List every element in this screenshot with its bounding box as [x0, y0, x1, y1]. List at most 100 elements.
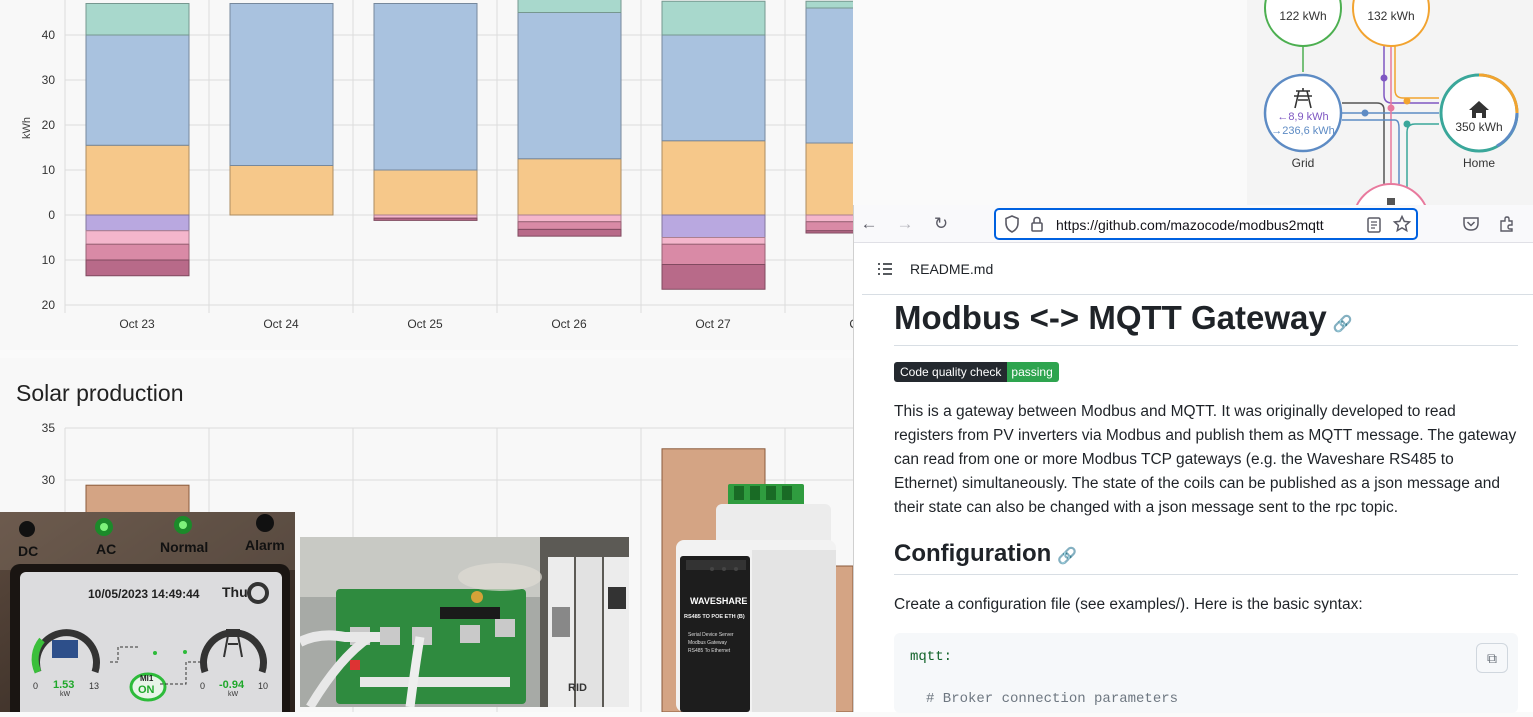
x-tick-label: Oct 26: [551, 317, 587, 331]
code-line-2: # Broker connection parameters: [926, 691, 1179, 707]
energy-bar-segment[interactable]: [229, 165, 334, 216]
energy-bar-segment[interactable]: [805, 230, 910, 234]
energy-bar-segment[interactable]: [661, 243, 766, 265]
badge-status: passing: [1007, 362, 1059, 382]
configuration-paragraph: Create a configuration file (see example…: [894, 596, 1363, 613]
grid-import-value: ←8,9 kWh: [1277, 111, 1329, 123]
home-energy-value: 350 kWh: [1455, 120, 1503, 134]
x-tick-label: Oct 23: [119, 317, 155, 331]
code-block: mqtt: # Broker connection parameters ⧉: [894, 633, 1518, 713]
home-label: Home: [1462, 156, 1495, 170]
solar-node[interactable]: [1264, 0, 1342, 47]
readme-title-text: Modbus <-> MQTT Gateway: [894, 299, 1327, 336]
configuration-heading-text: Configuration: [894, 540, 1052, 567]
link-anchor-icon[interactable]: 🔗: [1333, 316, 1353, 333]
solar-panel-icon: [52, 640, 78, 658]
energy-bar-segment[interactable]: [85, 259, 190, 277]
alarm-label: Alarm: [245, 537, 285, 553]
link-anchor-icon[interactable]: 🔗: [1057, 548, 1077, 565]
module-model: RS485 TO POE ETH (B): [684, 614, 745, 620]
electrical-cabinet-photo: RID: [300, 537, 629, 707]
battery-energy-value: 132 kWh: [1367, 9, 1415, 23]
url-text[interactable]: https://github.com/mazocode/modbus2mqtt: [1056, 217, 1324, 233]
energy-bar-segment[interactable]: [85, 230, 190, 245]
energy-bar-segment[interactable]: [661, 237, 766, 245]
grid-label: Grid: [1291, 156, 1315, 170]
energy-bar-segment[interactable]: [661, 264, 766, 290]
energy-bar-segment[interactable]: [85, 214, 190, 232]
url-bar[interactable]: https://github.com/mazocode/modbus2mqtt: [994, 208, 1418, 240]
y-tick-label: 40: [42, 28, 56, 42]
y-tick-label: 0: [48, 208, 55, 222]
energy-bar-segment[interactable]: [805, 221, 910, 232]
alarm-indicator-led: [256, 514, 274, 532]
y-tick-label: 10: [42, 163, 56, 177]
y-tick-label: 30: [42, 473, 56, 487]
grid-export-value: →236,6 kWh: [1271, 125, 1335, 137]
energy-bar-segment[interactable]: [373, 169, 478, 216]
energy-bar-segment[interactable]: [517, 228, 622, 237]
battery-icon: [1387, 198, 1395, 205]
energy-bar-segment[interactable]: [805, 214, 910, 223]
energy-bar-segment[interactable]: [805, 0, 910, 9]
energy-bar-segment[interactable]: [661, 34, 766, 142]
energy-bar-segment[interactable]: [85, 3, 190, 36]
pocket-icon[interactable]: [1461, 214, 1481, 234]
reader-view-icon[interactable]: [1364, 215, 1384, 235]
waveshare-brand: WAVESHARE: [690, 596, 748, 606]
ac-label: AC: [96, 541, 117, 557]
x-tick-label: Oct 25: [407, 317, 443, 331]
energy-bar-segment[interactable]: [661, 214, 766, 238]
browser-toolbar: ← → ↻ https://github.com/mazocode/modbus…: [854, 205, 1533, 243]
energy-bar-segment[interactable]: [373, 3, 478, 171]
forward-arrow-icon[interactable]: →: [894, 213, 916, 235]
energy-bar-segment[interactable]: [85, 243, 190, 261]
waveshare-module-photo: WAVESHARE RS485 TO POE ETH (B) Serial De…: [676, 480, 836, 712]
bookmark-star-icon[interactable]: [1392, 214, 1412, 234]
solar-gauge-min: 0: [33, 681, 39, 691]
energy-bar-segment[interactable]: [661, 140, 766, 216]
breaker-label: RID: [568, 682, 587, 694]
battery-node[interactable]: [1352, 0, 1430, 47]
reload-icon[interactable]: ↻: [930, 213, 952, 235]
energy-bar-chart: 40 30 20 10 0 10 20 Oct 23 Oct 24 Oct 25 Oct 26 Oc…: [21, 0, 1220, 331]
list-outline-icon[interactable]: [876, 260, 894, 278]
readme-content: Modbus <-> MQTT Gateway 🔗 Code quality ch…: [894, 295, 1518, 713]
energy-bar-segment[interactable]: [85, 34, 190, 146]
energy-bar-segment[interactable]: [517, 214, 622, 223]
back-arrow-icon[interactable]: ←: [858, 213, 880, 235]
energy-bar-segment[interactable]: [373, 217, 478, 221]
energy-flow-card: 122 kWh 132 kWh ←8,9 kWh →236,6 kWh Grid…: [1247, 0, 1533, 261]
inverter-datetime: 10/05/2023 14:49:44: [88, 587, 200, 601]
energy-bar-segment[interactable]: [517, 221, 622, 230]
mi-state: ON: [138, 684, 155, 696]
y-tick-label: 20: [42, 118, 56, 132]
inverter-day: Thu: [222, 584, 248, 600]
grid-power-unit: kW: [228, 691, 239, 698]
readme-filename[interactable]: README.md: [910, 261, 993, 277]
energy-bar-segment[interactable]: [805, 142, 910, 216]
energy-bar-segment[interactable]: [85, 144, 190, 216]
code-quality-badge[interactable]: Code quality check passing: [894, 362, 1059, 382]
y-tick-label: 10: [42, 253, 56, 267]
energy-bar-segment[interactable]: [517, 0, 622, 13]
readme-header: README.md: [862, 243, 1533, 295]
x-tick-label: Oct 24: [263, 317, 299, 331]
energy-bar-segment[interactable]: [661, 0, 766, 36]
module-description-2: Modbus Gateway: [688, 640, 727, 646]
readme-intro-paragraph: This is a gateway between Modbus and MQT…: [894, 403, 1517, 516]
grid-gauge-max: 10: [258, 681, 269, 691]
module-description-3: RS485 To Ethernet: [688, 648, 731, 654]
energy-bar-segment[interactable]: [805, 7, 910, 144]
extensions-icon[interactable]: [1497, 214, 1517, 234]
copy-code-button[interactable]: ⧉: [1476, 643, 1508, 673]
lock-icon[interactable]: [1027, 214, 1047, 234]
energy-distribution-card: 40 30 20 10 0 10 20 Oct 23 Oct 24 Oct 25 Oct 26 Oc…: [0, 0, 1220, 350]
energy-bar-segment[interactable]: [517, 12, 622, 160]
code-line-1: mqtt:: [910, 649, 953, 665]
shield-icon[interactable]: [1002, 214, 1022, 234]
energy-bar-segment[interactable]: [229, 3, 334, 166]
energy-bar-segment[interactable]: [517, 158, 622, 216]
mi-label: MI1: [140, 674, 154, 683]
dc-label: DC: [18, 543, 39, 559]
